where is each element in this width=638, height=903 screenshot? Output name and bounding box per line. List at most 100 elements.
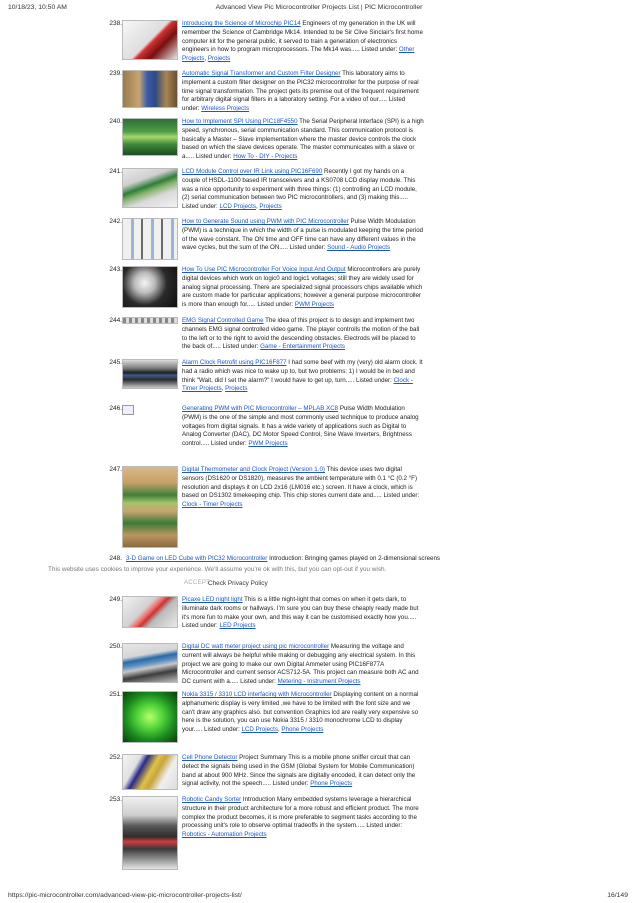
project-title-link[interactable]: Picaxe LED night light xyxy=(182,596,243,603)
category-link[interactable]: Clock - Timer Projects xyxy=(182,501,243,508)
entry-description: 3-D Game on LED Cube with PIC32 Microcon… xyxy=(126,555,441,562)
project-entry-246: 246. Generating PWM with PIC Microcontro… xyxy=(108,405,424,451)
project-thumbnail xyxy=(122,317,178,324)
category-link[interactable]: LCD Projects xyxy=(220,203,256,210)
entry-number: 247. xyxy=(109,466,122,473)
entry-description: How to Generate Sound using PWM with PIC… xyxy=(182,218,424,252)
entry-description: Digital DC watt meter project using pic … xyxy=(182,643,419,686)
project-title-link[interactable]: Robotic Candy Sorter xyxy=(182,796,241,803)
cookie-message: This website uses cookies to improve you… xyxy=(48,566,387,573)
project-entry-240: 240. How to Implement SPI Using PIC18F45… xyxy=(108,118,424,166)
entry-description: How to Implement SPI Using PIC18F4550 Th… xyxy=(182,118,424,161)
project-title-link[interactable]: Digital Thermometer and Clock Project (V… xyxy=(182,466,325,473)
print-footer: https://pic-microcontroller.com/advanced… xyxy=(0,889,638,903)
entry-description: How To Use PIC Microcontroller For Voice… xyxy=(182,266,423,309)
category-link[interactable]: Game - Entertainment Projects xyxy=(260,343,345,350)
entry-description: Cell Phone Detector Project Summary This… xyxy=(182,754,416,788)
project-thumbnail xyxy=(122,20,178,60)
project-title-link[interactable]: 3-D Game on LED Cube with PIC32 Microcon… xyxy=(126,555,267,562)
project-entry-247: 247. Digital Thermometer and Clock Proje… xyxy=(108,466,424,550)
project-thumbnail xyxy=(122,218,178,260)
category-link[interactable]: Sound - Audio Projects xyxy=(327,244,390,251)
page-number: 16/149 xyxy=(607,892,628,899)
project-title-link[interactable]: Cell Phone Detector xyxy=(182,754,237,761)
project-thumbnail xyxy=(122,643,178,683)
project-entry-250: 250. Digital DC watt meter project using… xyxy=(108,643,424,689)
category-link[interactable]: Phone Projects xyxy=(281,726,323,733)
project-thumbnail xyxy=(122,70,178,108)
project-title-link[interactable]: EMG Signal Controlled Game xyxy=(182,317,264,324)
project-entry-239: 239. Automatic Signal Transformer and Cu… xyxy=(108,70,424,116)
category-link[interactable]: Robotics - Automation Projects xyxy=(182,831,267,838)
project-title-link[interactable]: Automatic Signal Transformer and Custom … xyxy=(182,70,341,77)
entry-number: 240. xyxy=(109,118,122,125)
category-link[interactable]: Phone Projects xyxy=(310,780,352,787)
entry-number: 251. xyxy=(109,691,122,698)
project-thumbnail xyxy=(122,754,178,790)
project-title-link[interactable]: Introducing the Science of Microchip PIC… xyxy=(182,20,301,27)
entry-description: Alarm Clock Retrofit using PIC16F877 I h… xyxy=(182,359,423,393)
entry-number: 245. xyxy=(109,359,122,366)
project-entry-243: 243. How To Use PIC Microcontroller For … xyxy=(108,266,424,314)
project-entry-253: 253. Robotic Candy Sorter Introduction M… xyxy=(108,796,424,870)
project-entry-244: 244. EMG Signal Controlled Game The idea… xyxy=(108,317,424,355)
entry-number: 242. xyxy=(109,218,122,225)
category-link[interactable]: PWM Projects xyxy=(248,440,287,447)
entry-description: Digital Thermometer and Clock Project (V… xyxy=(182,466,420,509)
project-title-link[interactable]: LCD Module Control over IR Link using PI… xyxy=(182,168,322,175)
project-title-link[interactable]: How to Implement SPI Using PIC18F4550 xyxy=(182,118,298,125)
broken-image-icon xyxy=(122,405,134,415)
project-thumbnail xyxy=(122,168,178,208)
project-entry-242: 242. How to Generate Sound using PWM wit… xyxy=(108,218,424,264)
entry-number: 241. xyxy=(109,168,122,175)
entry-number: 246. xyxy=(109,405,122,412)
entry-number: 239. xyxy=(109,70,122,77)
project-title-link[interactable]: Generating PWM with PIC Microcontroller … xyxy=(182,405,338,412)
category-link[interactable]: Projects xyxy=(208,55,230,62)
project-thumbnail xyxy=(122,596,178,628)
cookie-accept-button[interactable]: ACCEPT xyxy=(184,580,210,586)
project-title-link[interactable]: Alarm Clock Retrofit using PIC16F877 xyxy=(182,359,287,366)
category-link[interactable]: Projects xyxy=(225,385,247,392)
category-link[interactable]: LED Projects xyxy=(220,622,256,629)
entry-number: 250. xyxy=(109,643,122,650)
entry-description: Robotic Candy Sorter Introduction Many e… xyxy=(182,796,419,839)
project-entry-245: 245. Alarm Clock Retrofit using PIC16F87… xyxy=(108,359,424,399)
project-title-link[interactable]: How to Generate Sound using PWM with PIC… xyxy=(182,218,349,225)
entry-number: 244. xyxy=(109,317,122,324)
project-thumbnail xyxy=(122,359,178,389)
entry-description: Introducing the Science of Microchip PIC… xyxy=(182,20,423,63)
project-entry-252: 252. Cell Phone Detector Project Summary… xyxy=(108,754,424,794)
print-header: 10/18/23, 10:50 AM Advanced View Pic Mic… xyxy=(0,0,638,16)
project-thumbnail xyxy=(122,466,178,548)
page-url: https://pic-microcontroller.com/advanced… xyxy=(8,892,242,899)
project-thumbnail xyxy=(122,691,178,743)
print-page-title: Advanced View Pic Microcontroller Projec… xyxy=(215,4,423,11)
project-entry-249: 249. Picaxe LED night light This is a li… xyxy=(108,596,424,636)
privacy-policy-link[interactable]: Check Privacy Policy xyxy=(208,580,268,587)
entry-number: 243. xyxy=(109,266,122,273)
project-entry-241: 241. LCD Module Control over IR Link usi… xyxy=(108,168,424,216)
entry-description: LCD Module Control over IR Link using PI… xyxy=(182,168,417,211)
category-link[interactable]: Metering - Instrument Projects xyxy=(278,678,361,685)
project-thumbnail xyxy=(122,118,178,156)
category-link[interactable]: How To - DIY - Projects xyxy=(233,153,297,160)
category-link[interactable]: LCD Projects xyxy=(242,726,278,733)
entry-description: Picaxe LED night light This is a little … xyxy=(182,596,419,630)
entry-number: 252. xyxy=(109,754,122,761)
entry-description: Automatic Signal Transformer and Custom … xyxy=(182,70,419,113)
category-link[interactable]: PWM Projects xyxy=(295,301,334,308)
entry-number: 238. xyxy=(109,20,122,27)
entry-number: 248. xyxy=(109,555,122,562)
category-link[interactable]: Projects xyxy=(259,203,281,210)
project-entry-238: 238. Introducing the Science of Microchi… xyxy=(108,20,424,70)
entry-number: 253. xyxy=(109,796,122,803)
project-title-link[interactable]: How To Use PIC Microcontroller For Voice… xyxy=(182,266,346,273)
project-title-link[interactable]: Digital DC watt meter project using pic … xyxy=(182,643,329,650)
project-entry-248: 248. 3-D Game on LED Cube with PIC32 Mic… xyxy=(108,555,440,565)
project-title-link[interactable]: Nokia 3315 / 3310 LCD interfacing with M… xyxy=(182,691,332,698)
category-link[interactable]: Wireless Projects xyxy=(201,105,249,112)
project-thumbnail xyxy=(122,266,178,308)
entry-number: 249. xyxy=(109,596,122,603)
entry-description: Generating PWM with PIC Microcontroller … xyxy=(182,405,419,448)
